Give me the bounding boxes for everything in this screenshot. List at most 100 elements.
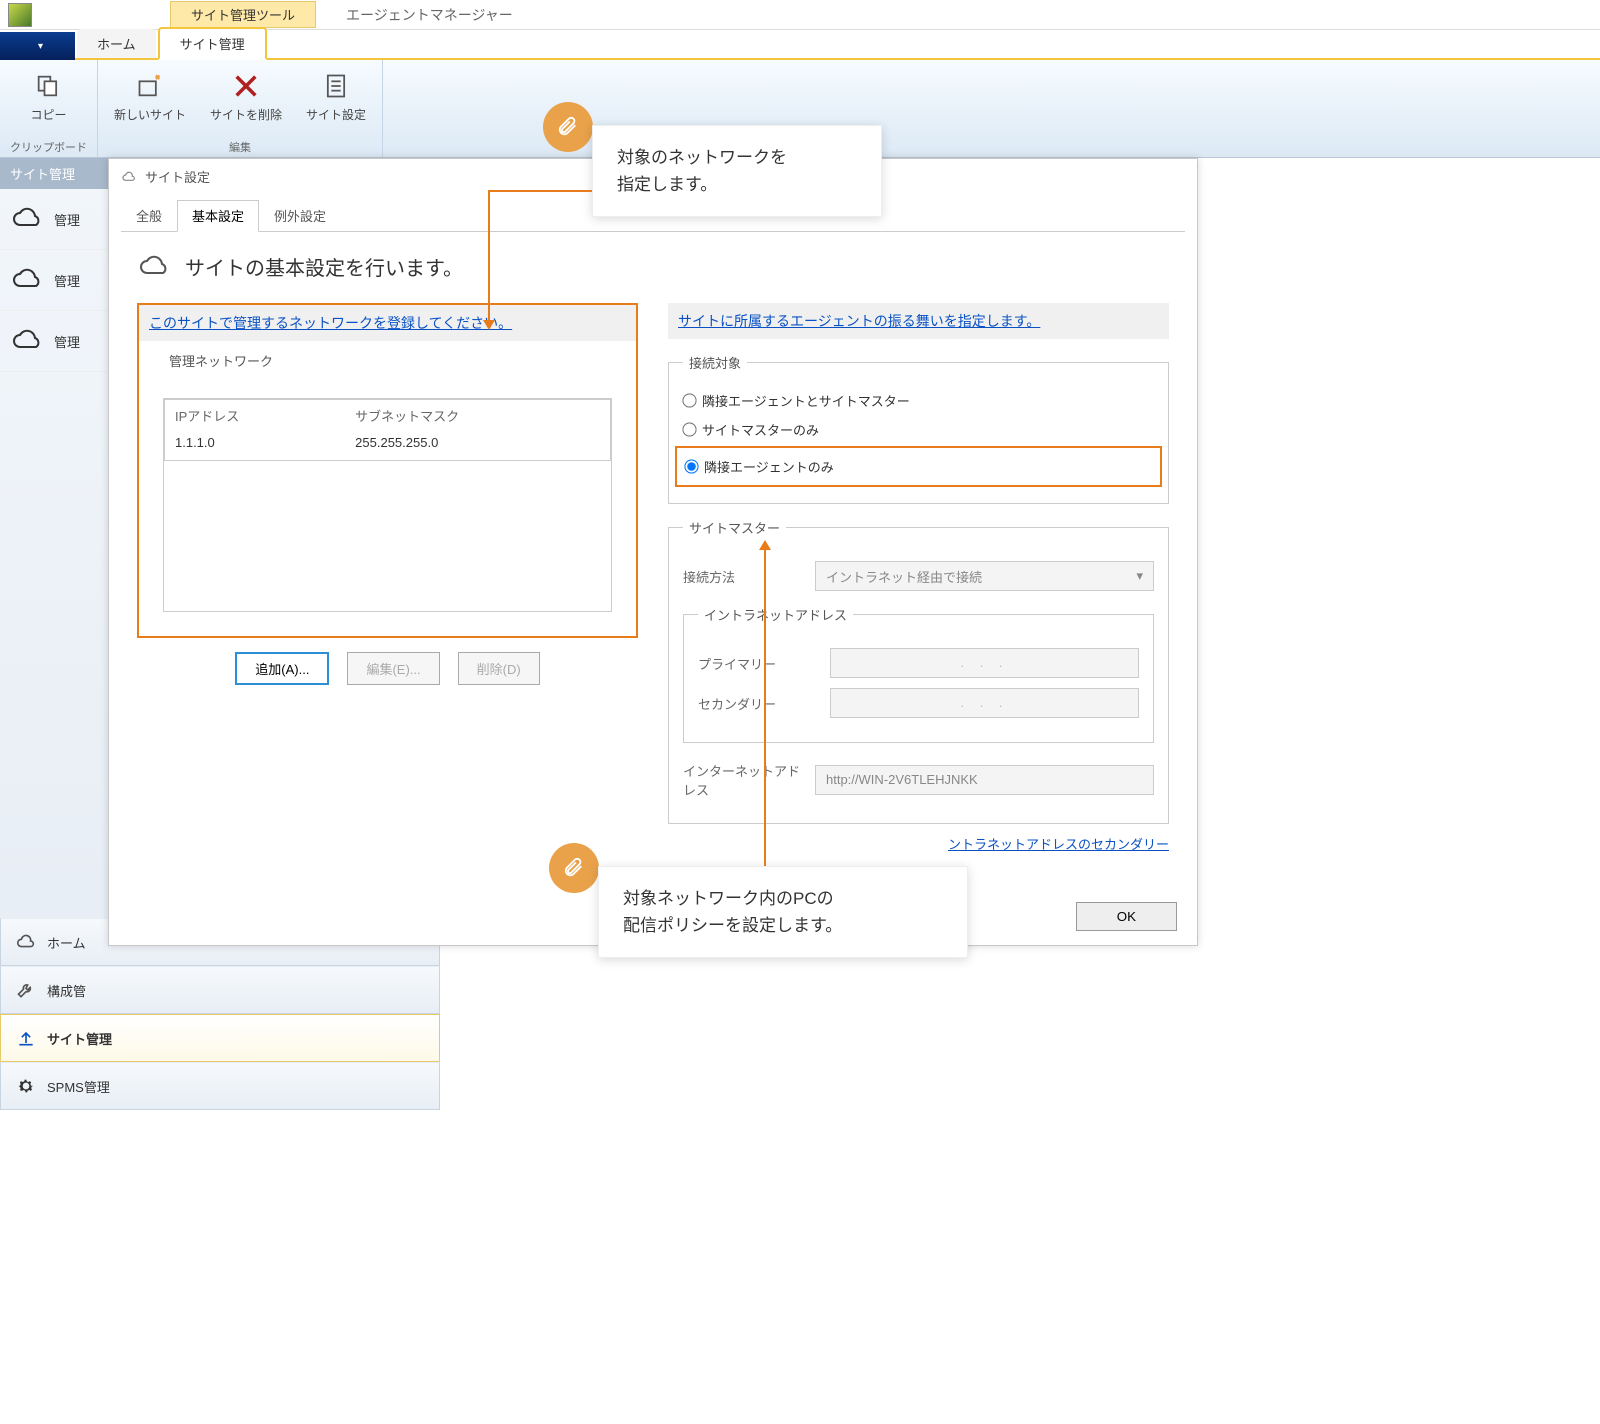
network-register-link[interactable]: このサイトで管理するネットワークを登録してください。 [139,305,636,341]
primary-ip-input[interactable]: . . . [830,648,1139,678]
delete-button[interactable]: 削除(D) [458,652,540,685]
callout-arrow-line [764,550,766,866]
document-icon [320,70,352,102]
cell-mask: 255.255.255.0 [345,431,610,461]
sidebar-item-label: 管理 [54,210,80,229]
app-title: エージェントマネージャー [346,5,513,25]
managed-network-fieldset: 管理ネットワーク IPアドレス サブネットマスク 1.1.1.0 255.255… [149,351,626,626]
chevron-down-icon: ▾ [1136,568,1143,584]
nav-config[interactable]: 構成管 [0,966,440,1014]
cloud-icon [10,268,46,292]
internet-address-input[interactable]: http://WIN-2V6TLEHJNKK [815,765,1154,795]
sidebar-site-item[interactable]: 管理 [0,189,108,250]
sitemaster-fieldset: サイトマスター 接続方法 イントラネット経由で接続 ▾ イントラネットアドレス … [668,518,1169,824]
app-icon [8,3,32,27]
nav-label: 構成管 [47,981,86,1000]
radio-master-only[interactable]: サイトマスターのみ [683,415,1154,444]
sidebar-site-item[interactable]: 管理 [0,250,108,311]
managed-network-legend: 管理ネットワーク [163,351,279,370]
sidebar-item-label: 管理 [54,271,80,290]
delete-site-label: サイトを削除 [210,106,282,123]
site-settings-label: サイト設定 [306,106,366,123]
cloud-icon [137,255,173,279]
callout-top-text: 対象のネットワークを 指定します。 [617,148,787,194]
copy-label: コピー [30,106,66,123]
callout-bottom: 対象ネットワーク内のPCの 配信ポリシーを設定します。 [598,866,968,958]
network-button-row: 追加(A)... 編集(E)... 削除(D) [137,652,638,685]
radio-both[interactable]: 隣接エージェントとサイトマスター [683,386,1154,415]
connection-method-label: 接続方法 [683,567,803,586]
network-table[interactable]: IPアドレス サブネットマスク 1.1.1.0 255.255.255.0 [164,399,611,461]
callout-top: 対象のネットワークを 指定します。 [592,125,882,217]
add-button[interactable]: 追加(A)... [235,652,329,685]
secondary-ip-input[interactable]: . . . [830,688,1139,718]
dialog-heading-text: サイトの基本設定を行います。 [185,252,463,281]
edit-button[interactable]: 編集(E)... [347,652,439,685]
radio-agent-only[interactable]: 隣接エージェントのみ [685,452,1152,481]
connection-target-legend: 接続対象 [683,353,747,372]
radio-master-input[interactable] [682,422,696,436]
dialog-tab-general[interactable]: 全般 [121,200,177,231]
bottom-nav: ホーム 構成管 サイト管理 SPMS管理 [0,918,440,1110]
secondary-label: セカンダリー [698,694,818,713]
callout-badge-icon [549,843,599,893]
tab-home[interactable]: ホーム [77,29,156,58]
titlebar: サイト管理ツール エージェントマネージャー [0,0,1600,30]
new-site-button[interactable]: 新しいサイト [108,66,192,137]
sidebar-site-item[interactable]: 管理 [0,311,108,372]
tab-site-management[interactable]: サイト管理 [158,27,267,60]
table-row[interactable]: 1.1.1.0 255.255.255.0 [165,431,611,461]
sitemaster-legend: サイトマスター [683,518,786,537]
tool-label: サイト管理ツール [170,1,316,28]
delete-site-button[interactable]: サイトを削除 [204,66,288,137]
cell-ip: 1.1.1.0 [165,431,346,461]
copy-icon [32,70,64,102]
radio-agent-input[interactable] [684,459,698,473]
ribbon-group-label-edit: 編集 [229,139,251,155]
paperclip-icon [563,857,585,879]
agent-behavior-link[interactable]: サイトに所属するエージェントの振る舞いを指定します。 [668,303,1169,339]
delete-icon [230,70,262,102]
connection-target-fieldset: 接続対象 隣接エージェントとサイトマスター サイトマスターのみ 隣接エージェント… [668,353,1169,504]
col-mask-header[interactable]: サブネットマスク [345,400,610,432]
ok-button[interactable]: OK [1076,902,1177,931]
arrow-up-icon [759,540,771,550]
nav-spms[interactable]: SPMS管理 [0,1062,440,1110]
sidebar-item-label: 管理 [54,332,80,351]
callout-arrow-line [488,190,592,192]
site-settings-button[interactable]: サイト設定 [300,66,372,137]
file-menu[interactable] [0,32,75,60]
radio-master-label: サイトマスターのみ [702,420,819,439]
cloud-icon [15,931,37,953]
arrow-down-icon [483,320,495,330]
intranet-legend: イントラネットアドレス [698,605,853,624]
intranet-secondary-link[interactable]: ントラネットアドレスのセカンダリー [948,834,1169,853]
dialog-tab-exception[interactable]: 例外設定 [259,200,341,231]
primary-label: プライマリー [698,654,818,673]
nav-label: サイト管理 [47,1029,112,1048]
callout-badge-icon [543,102,593,152]
site-settings-dialog: サイト設定 全般 基本設定 例外設定 サイトの基本設定を行います。 このサイトで… [108,158,1198,946]
radio-both-label: 隣接エージェントとサイトマスター [702,391,910,410]
paperclip-icon [557,116,579,138]
nav-label: SPMS管理 [47,1077,110,1096]
connection-method-select[interactable]: イントラネット経由で接続 ▾ [815,561,1154,591]
dialog-title-text: サイト設定 [145,167,210,186]
network-highlight-box: このサイトで管理するネットワークを登録してください。 管理ネットワーク IPアド… [137,303,638,638]
ribbon-tabstrip: ホーム サイト管理 [0,30,1600,60]
upload-icon [15,1027,37,1049]
connection-method-value: イントラネット経由で接続 [826,567,982,586]
dialog-tab-basic[interactable]: 基本設定 [177,200,259,232]
col-ip-header[interactable]: IPアドレス [165,400,346,432]
connection-method-row: 接続方法 イントラネット経由で接続 ▾ [683,561,1154,591]
cloud-icon [10,207,46,231]
nav-label: ホーム [47,933,86,952]
internet-label: インターネットアドレス [683,761,803,799]
dialog-body: サイトの基本設定を行います。 このサイトで管理するネットワークを登録してください… [109,232,1197,873]
nav-site-management[interactable]: サイト管理 [0,1014,440,1062]
radio-both-input[interactable] [682,393,696,407]
ribbon-group-clipboard: コピー クリップボード [0,60,98,157]
dialog-heading: サイトの基本設定を行います。 [137,252,1169,281]
copy-button[interactable]: コピー [24,66,72,137]
callout-arrow-line [488,190,490,322]
